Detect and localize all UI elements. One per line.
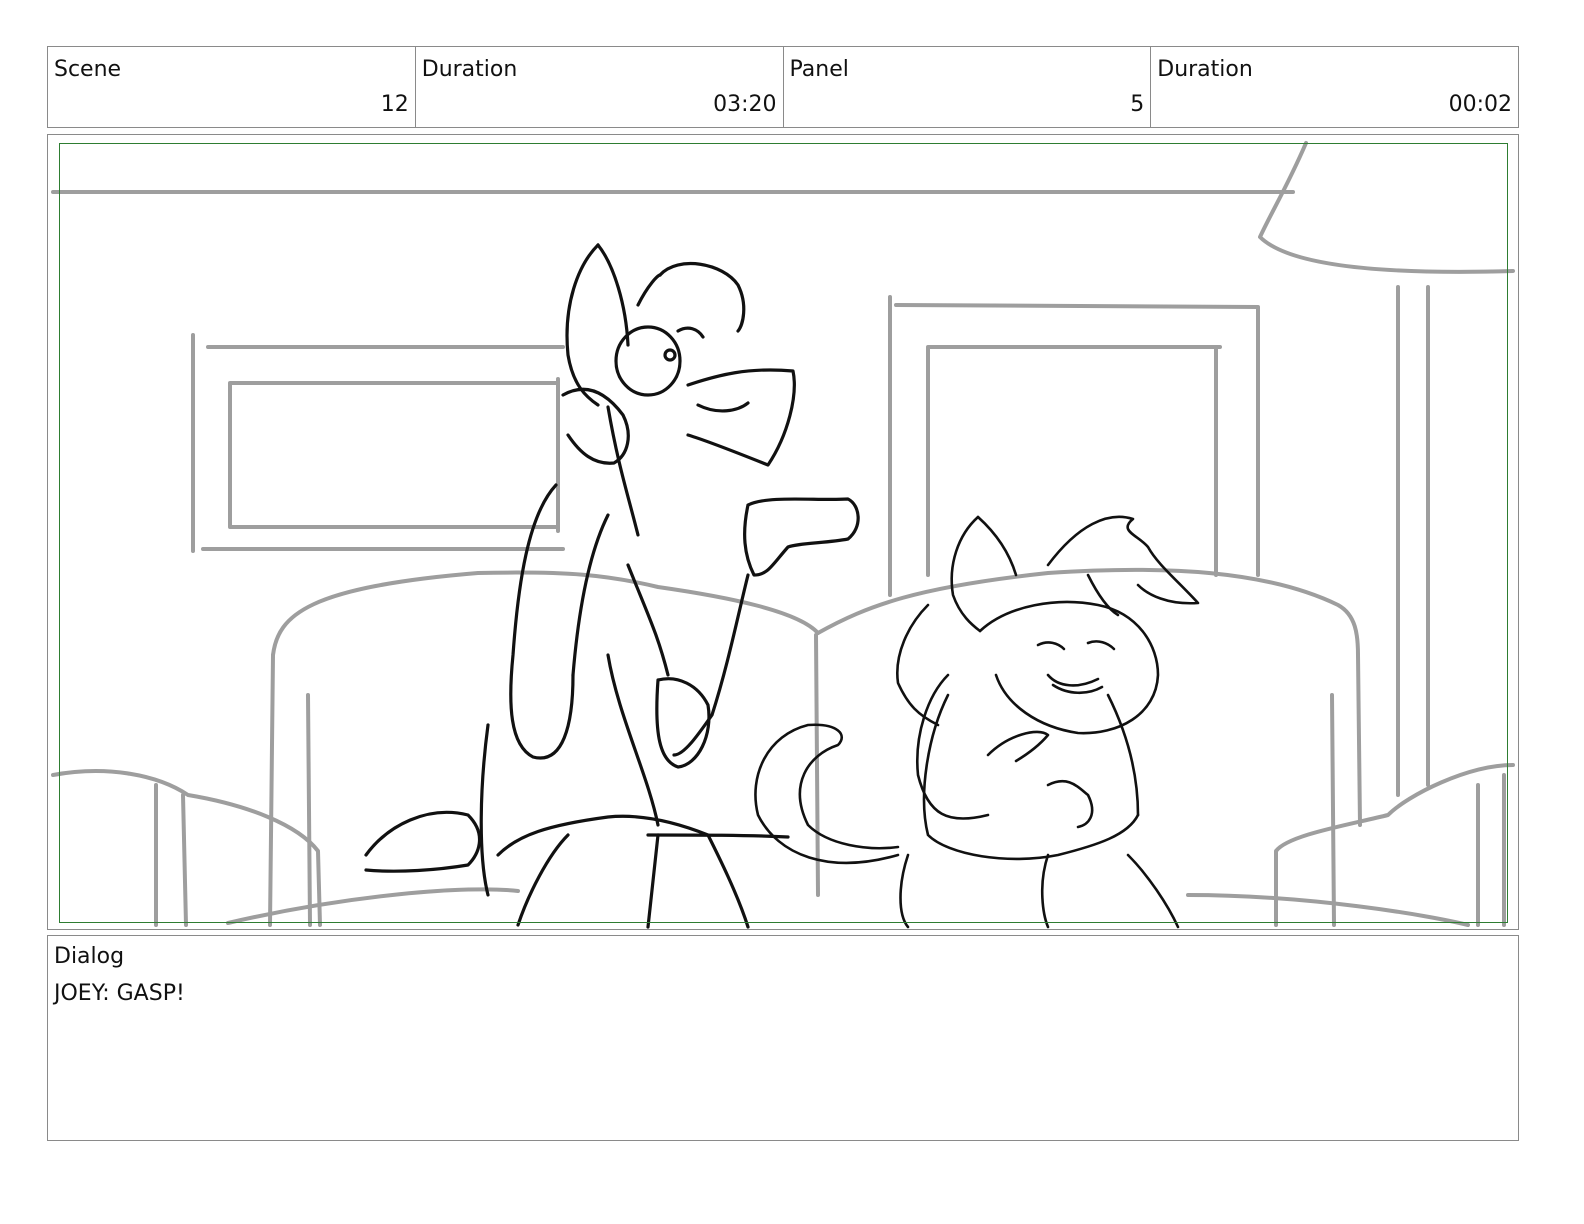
joey-mouth [696, 401, 750, 413]
couch-left-side [268, 653, 312, 927]
panel-info-header: Scene 12 Duration 03:20 Panel 5 Duration… [47, 46, 1519, 128]
joey-leg [496, 814, 750, 929]
lamp-shade [1258, 141, 1515, 274]
joey-tail [364, 810, 482, 873]
dialog-box: Dialog JOEY: GASP! [47, 935, 1519, 1141]
panel-number: 5 [1130, 92, 1145, 117]
joey-pointing-hand [743, 497, 860, 577]
cat-fur-tufts [896, 603, 940, 727]
cat-body-right [1106, 693, 1140, 817]
armrest-right-front [1476, 773, 1506, 927]
dialog-text: JOEY: GASP! [54, 981, 185, 1006]
cat-mouth [1046, 673, 1104, 695]
cat-head [978, 600, 1160, 735]
right-picture-inner [926, 345, 1222, 577]
couch-middle-seam [814, 633, 820, 897]
scene-duration-cell: Duration 03:20 [416, 47, 784, 127]
joey-ear-left [565, 243, 600, 407]
background-sketch [51, 141, 1515, 927]
cat-arm-left [916, 673, 990, 820]
cat-character [754, 515, 1200, 929]
joey-brow [676, 326, 705, 339]
joey-thigh [646, 833, 790, 839]
cat-eyes-closed [1036, 640, 1116, 651]
joey-snout [686, 368, 796, 467]
cushion-front [226, 887, 1470, 927]
left-picture-inner [228, 377, 560, 533]
joey-ear-right [658, 261, 746, 333]
cat-paw-left [986, 730, 1050, 763]
armrest-left-front [154, 783, 188, 927]
scene-duration-value: 03:20 [713, 92, 777, 117]
panel-label: Panel [789, 57, 849, 82]
cat-legs [899, 853, 1180, 929]
joey-ear-left-inner [596, 243, 630, 347]
scene-duration-label: Duration [421, 57, 518, 82]
right-picture-frame [888, 295, 1260, 597]
storyboard-frame [47, 134, 1519, 930]
lamp-pole [1396, 285, 1430, 797]
joey-body [479, 653, 660, 897]
couch-back-left [271, 570, 820, 657]
panel-duration-value: 00:02 [1448, 92, 1512, 117]
cat-ear-left [950, 515, 982, 633]
panel-duration-label: Duration [1157, 57, 1253, 82]
joey-chest [626, 563, 670, 677]
cat-tail [754, 723, 900, 865]
joey-leg-lower [516, 833, 660, 929]
cat-body [922, 693, 1140, 861]
joey-pupil [663, 348, 677, 362]
panel-duration-cell: Duration 00:02 [1151, 47, 1518, 127]
joey-hand-lower [655, 677, 711, 769]
joey-hair [636, 273, 662, 307]
dialog-label: Dialog [54, 944, 125, 969]
cat-paw-right [1046, 779, 1094, 829]
couch-right-side [1330, 653, 1362, 927]
panel-cell: Panel 5 [784, 47, 1152, 127]
joey-face-lower [606, 405, 640, 537]
cat-hair [1046, 515, 1200, 605]
scene-cell: Scene 12 [48, 47, 416, 127]
joey-arm-left-inner [571, 513, 610, 677]
left-picture-frame [191, 333, 565, 553]
scene-number: 12 [380, 92, 409, 117]
scene-label: Scene [54, 57, 122, 82]
storyboard-sketch [51, 141, 1515, 929]
cat-ear-left-inner [976, 515, 1018, 577]
